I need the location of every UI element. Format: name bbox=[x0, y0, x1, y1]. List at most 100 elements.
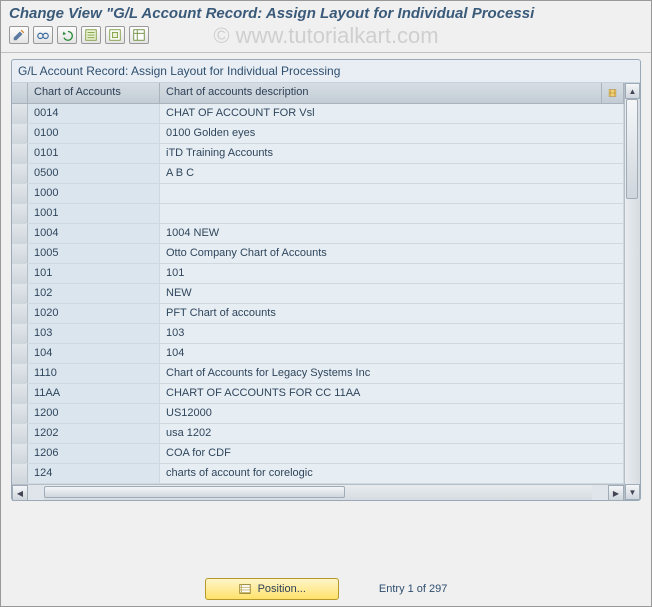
deselect-all-icon[interactable] bbox=[105, 26, 125, 44]
cell-coa-description[interactable]: Chart of Accounts for Legacy Systems Inc bbox=[160, 364, 624, 383]
cell-coa-description[interactable]: 0100 Golden eyes bbox=[160, 124, 624, 143]
cell-coa-description[interactable]: A B C bbox=[160, 164, 624, 183]
row-selector[interactable] bbox=[12, 204, 28, 223]
cell-chart-of-accounts[interactable]: 1020 bbox=[28, 304, 160, 323]
cell-chart-of-accounts[interactable]: 1004 bbox=[28, 224, 160, 243]
cell-chart-of-accounts[interactable]: 101 bbox=[28, 264, 160, 283]
table-row: 0500A B C bbox=[12, 164, 624, 184]
cell-chart-of-accounts[interactable]: 11AA bbox=[28, 384, 160, 403]
cell-coa-description[interactable]: CHAT OF ACCOUNT FOR Vsl bbox=[160, 104, 624, 123]
row-selector[interactable] bbox=[12, 404, 28, 423]
change-icon[interactable] bbox=[9, 26, 29, 44]
cell-chart-of-accounts[interactable]: 1110 bbox=[28, 364, 160, 383]
cell-chart-of-accounts[interactable]: 1200 bbox=[28, 404, 160, 423]
row-selector[interactable] bbox=[12, 104, 28, 123]
row-selector[interactable] bbox=[12, 164, 28, 183]
cell-coa-description[interactable]: iTD Training Accounts bbox=[160, 144, 624, 163]
table-row: 01000100 Golden eyes bbox=[12, 124, 624, 144]
hscroll-thumb[interactable] bbox=[44, 486, 345, 498]
position-icon bbox=[238, 582, 252, 596]
entry-counter: Entry 1 of 297 bbox=[379, 583, 448, 595]
table-row: 124charts of account for corelogic bbox=[12, 464, 624, 484]
table-row: 10041004 NEW bbox=[12, 224, 624, 244]
spectacles-icon[interactable] bbox=[33, 26, 53, 44]
row-selector-header[interactable] bbox=[12, 83, 28, 103]
cell-coa-description[interactable]: usa 1202 bbox=[160, 424, 624, 443]
row-selector[interactable] bbox=[12, 124, 28, 143]
hscroll-track[interactable] bbox=[44, 485, 592, 500]
table-row: 1202usa 1202 bbox=[12, 424, 624, 444]
table-row: 102NEW bbox=[12, 284, 624, 304]
table-row: 1005Otto Company Chart of Accounts bbox=[12, 244, 624, 264]
cell-chart-of-accounts[interactable]: 104 bbox=[28, 344, 160, 363]
cell-coa-description[interactable]: 103 bbox=[160, 324, 624, 343]
table-settings-icon[interactable] bbox=[129, 26, 149, 44]
cell-coa-description[interactable]: 1004 NEW bbox=[160, 224, 624, 243]
window-title: Change View "G/L Account Record: Assign … bbox=[1, 1, 651, 24]
vscroll-track[interactable] bbox=[625, 99, 640, 484]
footer: Position... Entry 1 of 297 bbox=[1, 578, 651, 600]
row-selector[interactable] bbox=[12, 144, 28, 163]
row-selector[interactable] bbox=[12, 424, 28, 443]
vscroll-down-icon[interactable]: ▼ bbox=[625, 484, 640, 500]
table-row: 1110Chart of Accounts for Legacy Systems… bbox=[12, 364, 624, 384]
row-selector[interactable] bbox=[12, 184, 28, 203]
cell-chart-of-accounts[interactable]: 1001 bbox=[28, 204, 160, 223]
cell-coa-description[interactable]: US12000 bbox=[160, 404, 624, 423]
row-selector[interactable] bbox=[12, 364, 28, 383]
row-selector[interactable] bbox=[12, 284, 28, 303]
table-row: 1001 bbox=[12, 204, 624, 224]
hscroll: ◀ ▶ bbox=[12, 484, 624, 500]
cell-coa-description[interactable]: NEW bbox=[160, 284, 624, 303]
row-selector[interactable] bbox=[12, 244, 28, 263]
row-selector[interactable] bbox=[12, 464, 28, 483]
cell-coa-description[interactable]: charts of account for corelogic bbox=[160, 464, 624, 483]
table-row: 11AACHART OF ACCOUNTS FOR CC 11AA bbox=[12, 384, 624, 404]
table-config-icon[interactable] bbox=[602, 83, 624, 103]
position-label: Position... bbox=[258, 583, 306, 595]
hscroll-left-icon[interactable]: ◀ bbox=[12, 485, 28, 501]
cell-chart-of-accounts[interactable]: 102 bbox=[28, 284, 160, 303]
cell-chart-of-accounts[interactable]: 1000 bbox=[28, 184, 160, 203]
row-selector[interactable] bbox=[12, 224, 28, 243]
position-button[interactable]: Position... bbox=[205, 578, 339, 600]
row-selector[interactable] bbox=[12, 324, 28, 343]
cell-coa-description[interactable]: 101 bbox=[160, 264, 624, 283]
cell-coa-description[interactable]: 104 bbox=[160, 344, 624, 363]
cell-coa-description[interactable]: Otto Company Chart of Accounts bbox=[160, 244, 624, 263]
cell-coa-description[interactable] bbox=[160, 184, 624, 203]
select-all-icon[interactable] bbox=[81, 26, 101, 44]
row-selector[interactable] bbox=[12, 384, 28, 403]
cell-chart-of-accounts[interactable]: 1005 bbox=[28, 244, 160, 263]
cell-chart-of-accounts[interactable]: 0500 bbox=[28, 164, 160, 183]
table-row: 1200US12000 bbox=[12, 404, 624, 424]
table-row: 0101iTD Training Accounts bbox=[12, 144, 624, 164]
row-selector[interactable] bbox=[12, 444, 28, 463]
vscroll-thumb[interactable] bbox=[626, 99, 638, 199]
col-coa-description[interactable]: Chart of accounts description bbox=[160, 83, 602, 103]
toolbar bbox=[1, 24, 651, 53]
cell-chart-of-accounts[interactable]: 0101 bbox=[28, 144, 160, 163]
cell-coa-description[interactable]: CHART OF ACCOUNTS FOR CC 11AA bbox=[160, 384, 624, 403]
table-row: 1000 bbox=[12, 184, 624, 204]
vscroll-up-icon[interactable]: ▲ bbox=[625, 83, 640, 99]
row-selector[interactable] bbox=[12, 264, 28, 283]
cell-chart-of-accounts[interactable]: 103 bbox=[28, 324, 160, 343]
cell-coa-description[interactable]: COA for CDF bbox=[160, 444, 624, 463]
col-chart-of-accounts[interactable]: Chart of Accounts bbox=[28, 83, 160, 103]
row-selector[interactable] bbox=[12, 344, 28, 363]
cell-chart-of-accounts[interactable]: 1202 bbox=[28, 424, 160, 443]
row-selector[interactable] bbox=[12, 304, 28, 323]
hscroll-right-icon[interactable]: ▶ bbox=[608, 485, 624, 501]
table-header-row: Chart of Accounts Chart of accounts desc… bbox=[12, 83, 624, 104]
cell-coa-description[interactable] bbox=[160, 204, 624, 223]
cell-chart-of-accounts[interactable]: 0014 bbox=[28, 104, 160, 123]
table-row: 103103 bbox=[12, 324, 624, 344]
cell-chart-of-accounts[interactable]: 124 bbox=[28, 464, 160, 483]
vscroll: ▲ ▼ bbox=[624, 83, 640, 500]
cell-coa-description[interactable]: PFT Chart of accounts bbox=[160, 304, 624, 323]
undo-icon[interactable] bbox=[57, 26, 77, 44]
cell-chart-of-accounts[interactable]: 0100 bbox=[28, 124, 160, 143]
table-panel: G/L Account Record: Assign Layout for In… bbox=[11, 59, 641, 501]
cell-chart-of-accounts[interactable]: 1206 bbox=[28, 444, 160, 463]
